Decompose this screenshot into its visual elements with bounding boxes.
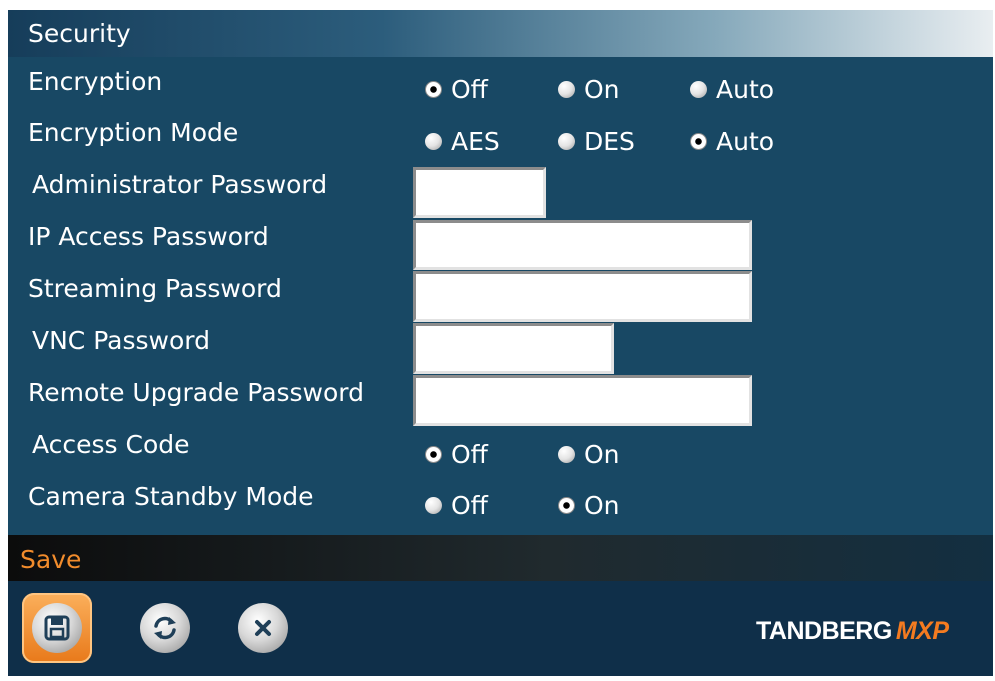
security-settings-window: Security Encryption Off On Auto Encrypti… — [8, 10, 993, 676]
radio-unselected-icon — [558, 80, 575, 98]
remote-upgrade-password-label: Remote Upgrade Password — [28, 378, 365, 407]
settings-panel: Encryption Off On Auto Encryption Mode A… — [8, 57, 993, 535]
floppy-disk-icon — [32, 603, 82, 653]
encryption-label: Encryption — [28, 67, 163, 96]
access-code-off-radio[interactable]: Off — [425, 439, 488, 469]
radio-unselected-icon — [690, 80, 707, 98]
brand-name: TANDBERG — [756, 617, 892, 645]
encryption-mode-auto-radio[interactable]: Auto — [690, 126, 774, 156]
action-label: Save — [20, 545, 82, 574]
radio-selected-icon — [558, 496, 575, 514]
ip-access-password-label: IP Access Password — [28, 222, 269, 251]
radio-selected-icon — [425, 80, 442, 98]
close-icon — [238, 603, 288, 653]
encryption-mode-aes-radio[interactable]: AES — [425, 126, 500, 156]
vnc-password-field[interactable] — [413, 323, 614, 374]
brand-product: MXP — [895, 617, 949, 645]
streaming-password-label: Streaming Password — [28, 274, 282, 303]
camera-standby-off-radio[interactable]: Off — [425, 490, 488, 520]
radio-selected-icon — [425, 445, 442, 463]
radio-selected-icon — [690, 132, 707, 150]
refresh-button[interactable] — [140, 603, 190, 653]
save-button[interactable] — [22, 593, 92, 663]
radio-unselected-icon — [425, 496, 442, 514]
bottom-toolbar: TANDBERG MXP — [8, 581, 993, 676]
encryption-off-radio[interactable]: Off — [425, 74, 488, 104]
radio-unselected-icon — [558, 132, 575, 150]
radio-unselected-icon — [425, 132, 442, 150]
radio-unselected-icon — [558, 445, 575, 463]
streaming-password-field[interactable] — [413, 271, 752, 322]
title-bar: Security — [8, 10, 993, 57]
remote-upgrade-password-field[interactable] — [413, 375, 752, 426]
cancel-button[interactable] — [238, 603, 288, 653]
refresh-icon — [140, 603, 190, 653]
brand-logo: TANDBERG MXP — [756, 617, 949, 646]
encryption-auto-radio[interactable]: Auto — [690, 74, 774, 104]
action-status-bar: Save — [8, 535, 993, 581]
encryption-mode-label: Encryption Mode — [28, 118, 239, 147]
ip-access-password-field[interactable] — [413, 220, 752, 270]
camera-standby-mode-label: Camera Standby Mode — [28, 482, 314, 511]
encryption-on-radio[interactable]: On — [558, 74, 620, 104]
administrator-password-label: Administrator Password — [32, 170, 328, 199]
camera-standby-on-radio[interactable]: On — [558, 490, 620, 520]
access-code-on-radio[interactable]: On — [558, 439, 620, 469]
administrator-password-field[interactable] — [413, 167, 546, 218]
access-code-label: Access Code — [32, 430, 190, 459]
vnc-password-label: VNC Password — [32, 326, 210, 355]
encryption-mode-des-radio[interactable]: DES — [558, 126, 635, 156]
page-title: Security — [28, 19, 131, 48]
